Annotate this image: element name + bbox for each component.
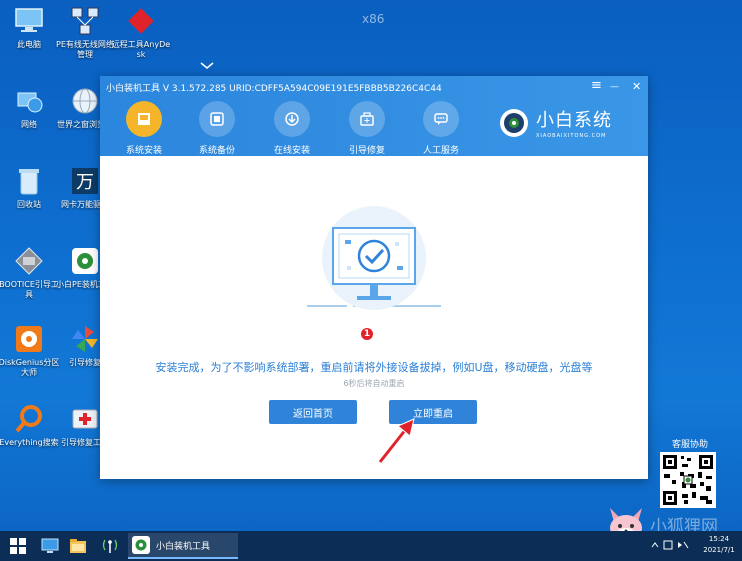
globe-icon	[68, 84, 102, 118]
taskbar: 小白装机工具 15:24 2021/7/1	[0, 531, 742, 561]
windows-icon	[10, 538, 26, 554]
chevron-down-icon[interactable]	[200, 62, 214, 70]
taskbar-desktop-button[interactable]	[40, 536, 60, 556]
network-manager-icon	[68, 4, 102, 38]
xiaobai-icon	[132, 536, 150, 554]
desktop-icon-bootice[interactable]: BOOTICE引导工具	[0, 244, 60, 300]
toolbox-icon	[349, 101, 385, 137]
back-home-button[interactable]: 返回首页	[269, 400, 357, 424]
close-button[interactable]: ✕	[632, 80, 641, 93]
tab-system-backup[interactable]: 系统备份	[186, 101, 248, 156]
folder-icon	[70, 539, 86, 553]
install-complete-icon	[307, 206, 441, 310]
driver-icon: 万	[68, 164, 102, 198]
menu-button[interactable]: ≡	[591, 78, 602, 93]
desktop-icon-everything[interactable]: Everything搜索	[0, 402, 60, 448]
brand-logo: 小白系统 XIAOBAIXITONG.COM	[498, 106, 612, 139]
brand-name: 小白系统	[536, 110, 612, 131]
clock-date: 2021/7/1	[703, 546, 735, 554]
tab-system-install[interactable]: 系统安装	[113, 101, 175, 156]
network-icon	[12, 84, 46, 118]
countdown-text: 6秒后将自动重启	[343, 379, 405, 388]
taskbar-explorer-button[interactable]	[68, 536, 88, 556]
diskgenius-icon	[12, 322, 46, 356]
antenna-icon	[102, 539, 118, 553]
window-header: 小白装机工具 V 3.1.572.285 URID:CDFF5A594C09E1…	[100, 76, 648, 156]
computer-icon	[12, 4, 46, 38]
taskbar-app-label: 小白装机工具	[156, 541, 211, 552]
desktop-icon-diskgenius[interactable]: DiskGenius分区大师	[0, 322, 60, 378]
window-title: 小白装机工具 V 3.1.572.285 URID:CDFF5A594C09E1…	[106, 84, 442, 94]
first-aid-icon	[68, 402, 102, 436]
start-button[interactable]	[8, 536, 28, 556]
step-badge: 1	[360, 327, 374, 341]
desktop-icon-this-pc[interactable]: 此电脑	[0, 4, 60, 50]
desktop-icon-pe-network[interactable]: PE有线无线网络管理	[54, 4, 116, 60]
backup-icon	[199, 101, 235, 137]
xiaobai-logo-icon	[500, 108, 528, 137]
xiaobai-icon	[68, 244, 102, 278]
tab-boot-repair[interactable]: 引导修复	[336, 101, 398, 156]
taskbar-network-button[interactable]	[100, 536, 120, 556]
brand-url: XIAOBAIXITONG.COM	[536, 133, 607, 139]
download-icon	[274, 101, 310, 137]
svg-text:万: 万	[76, 172, 94, 193]
desktop-arch-label: x86	[362, 12, 385, 26]
taskbar-clock[interactable]: 15:24 2021/7/1	[700, 534, 738, 556]
desktop-icon-anydesk[interactable]: 远程工具AnyDesk	[110, 4, 172, 60]
system-tray[interactable]	[650, 539, 690, 553]
pinwheel-icon	[68, 322, 102, 356]
tray-icons	[651, 540, 689, 550]
qr-code-icon[interactable]	[660, 452, 716, 508]
anydesk-icon	[124, 4, 158, 38]
tab-human-service[interactable]: 人工服务	[410, 101, 472, 156]
completion-message: 安装完成，为了不影响系统部署，重启前请将外接设备拔掉，例如U盘，移动硬盘，光盘等	[155, 361, 593, 374]
tab-online-install[interactable]: 在线安装	[261, 101, 323, 156]
chat-icon	[423, 101, 459, 137]
install-icon	[126, 101, 162, 137]
bootice-icon	[12, 244, 46, 278]
desktop-icon-network[interactable]: 网络	[0, 84, 60, 130]
minimize-button[interactable]: —	[610, 82, 619, 92]
recycle-bin-icon	[12, 164, 46, 198]
desktop-icon-recycle-bin[interactable]: 回收站	[0, 164, 60, 210]
installer-window: 小白装机工具 V 3.1.572.285 URID:CDFF5A594C09E1…	[100, 76, 648, 479]
monitor-icon	[41, 538, 59, 553]
search-icon	[12, 402, 46, 436]
clock-time: 15:24	[708, 535, 730, 543]
window-body: 安装完成，为了不影响系统部署，重启前请将外接设备拔掉，例如U盘，移动硬盘，光盘等…	[100, 156, 648, 479]
customer-service-label: 客服协助	[672, 440, 709, 450]
pointer-arrow-icon	[378, 418, 415, 464]
taskbar-app-xiaobai[interactable]: 小白装机工具	[128, 533, 238, 559]
